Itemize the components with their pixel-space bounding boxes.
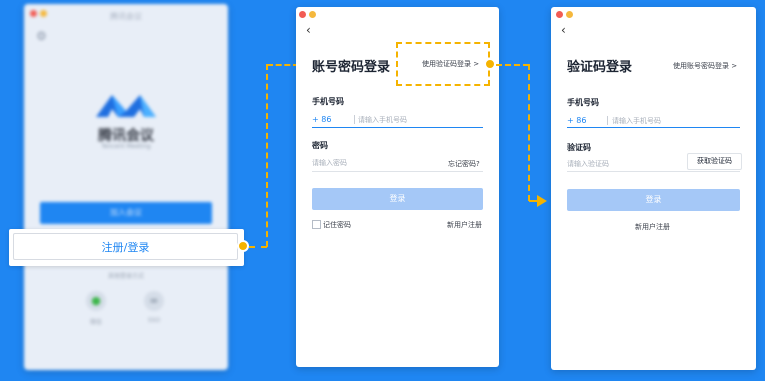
code-input-underline <box>567 171 740 172</box>
minimize-window-dot[interactable] <box>566 11 573 18</box>
page-title: 账号密码登录 <box>312 60 391 75</box>
connector-line <box>266 64 268 247</box>
remember-password-checkbox[interactable] <box>312 220 321 229</box>
brand-name: 腾讯会议 <box>98 128 154 144</box>
close-window-dot[interactable] <box>556 11 563 18</box>
connector-line <box>528 64 530 201</box>
switch-link-highlight: 使用验证码登录 > <box>396 42 490 86</box>
page-title: 验证码登录 <box>567 60 633 75</box>
connector-line <box>249 246 267 248</box>
window-title: 腾讯会议 <box>110 12 142 21</box>
new-user-register-link[interactable]: 新用户注册 <box>635 222 670 232</box>
close-window-dot[interactable] <box>299 11 306 18</box>
password-input-underline <box>312 171 483 172</box>
new-user-register-link[interactable]: 新用户注册 <box>447 220 482 230</box>
forgot-password-link[interactable]: 忘记密码? <box>448 159 480 169</box>
connector-arrow-icon <box>537 195 547 207</box>
switch-to-password-login-link[interactable]: 使用账号密码登录 > <box>673 61 737 71</box>
tencent-meeting-logo <box>96 95 156 117</box>
switch-to-code-login-link[interactable]: 使用验证码登录 > <box>422 59 479 69</box>
phone-input-underline <box>312 127 483 128</box>
divider <box>354 115 355 124</box>
code-input[interactable]: 请输入验证码 <box>567 159 609 169</box>
code-label: 验证码 <box>567 143 591 152</box>
register-login-button[interactable]: 注册/登录 <box>13 233 238 260</box>
wechat-label: 微信 <box>89 319 102 326</box>
other-login-label: 其他登录方式 <box>107 273 144 280</box>
code-login-window: ‹ 验证码登录 使用账号密码登录 > 手机号码 + 86 请输入手机号码 验证码… <box>551 7 756 370</box>
meeting-app-window: 腾讯会议 ⚙ 腾讯会议 Tencent Meeting 加入会议 其他登录方式 … <box>24 4 228 370</box>
connector-knob <box>237 240 249 252</box>
brand-name-en: Tencent Meeting <box>101 143 151 150</box>
get-code-button[interactable]: 获取验证码 <box>687 153 742 170</box>
back-icon[interactable]: ‹ <box>306 23 311 37</box>
back-icon[interactable]: ‹ <box>561 23 566 37</box>
connector-line <box>267 64 299 66</box>
country-code-select[interactable]: + 86 <box>567 116 586 125</box>
connector-line <box>496 64 529 66</box>
wechat-icon[interactable]: ● <box>86 291 106 311</box>
join-meeting-button[interactable]: 加入会议 <box>40 202 212 224</box>
divider <box>607 116 608 125</box>
login-button[interactable]: 登录 <box>312 188 483 210</box>
phone-label: 手机号码 <box>567 98 599 107</box>
password-label: 密码 <box>312 141 328 150</box>
remember-password-label[interactable]: 记住密码 <box>323 220 351 230</box>
phone-label: 手机号码 <box>312 97 344 106</box>
gear-icon[interactable]: ⚙ <box>36 29 47 43</box>
link-icon[interactable]: ∞ <box>144 291 164 311</box>
phone-input-underline <box>567 127 740 128</box>
login-button[interactable]: 登录 <box>567 189 740 211</box>
country-code-select[interactable]: + 86 <box>312 115 331 124</box>
sso-label: SSO <box>147 317 161 324</box>
phone-input[interactable]: 请输入手机号码 <box>612 116 661 126</box>
connector-knob <box>484 58 496 70</box>
password-input[interactable]: 请输入密码 <box>312 158 347 168</box>
register-login-highlight: 注册/登录 <box>9 229 244 266</box>
phone-input[interactable]: 请输入手机号码 <box>358 115 407 125</box>
minimize-window-dot[interactable] <box>309 11 316 18</box>
